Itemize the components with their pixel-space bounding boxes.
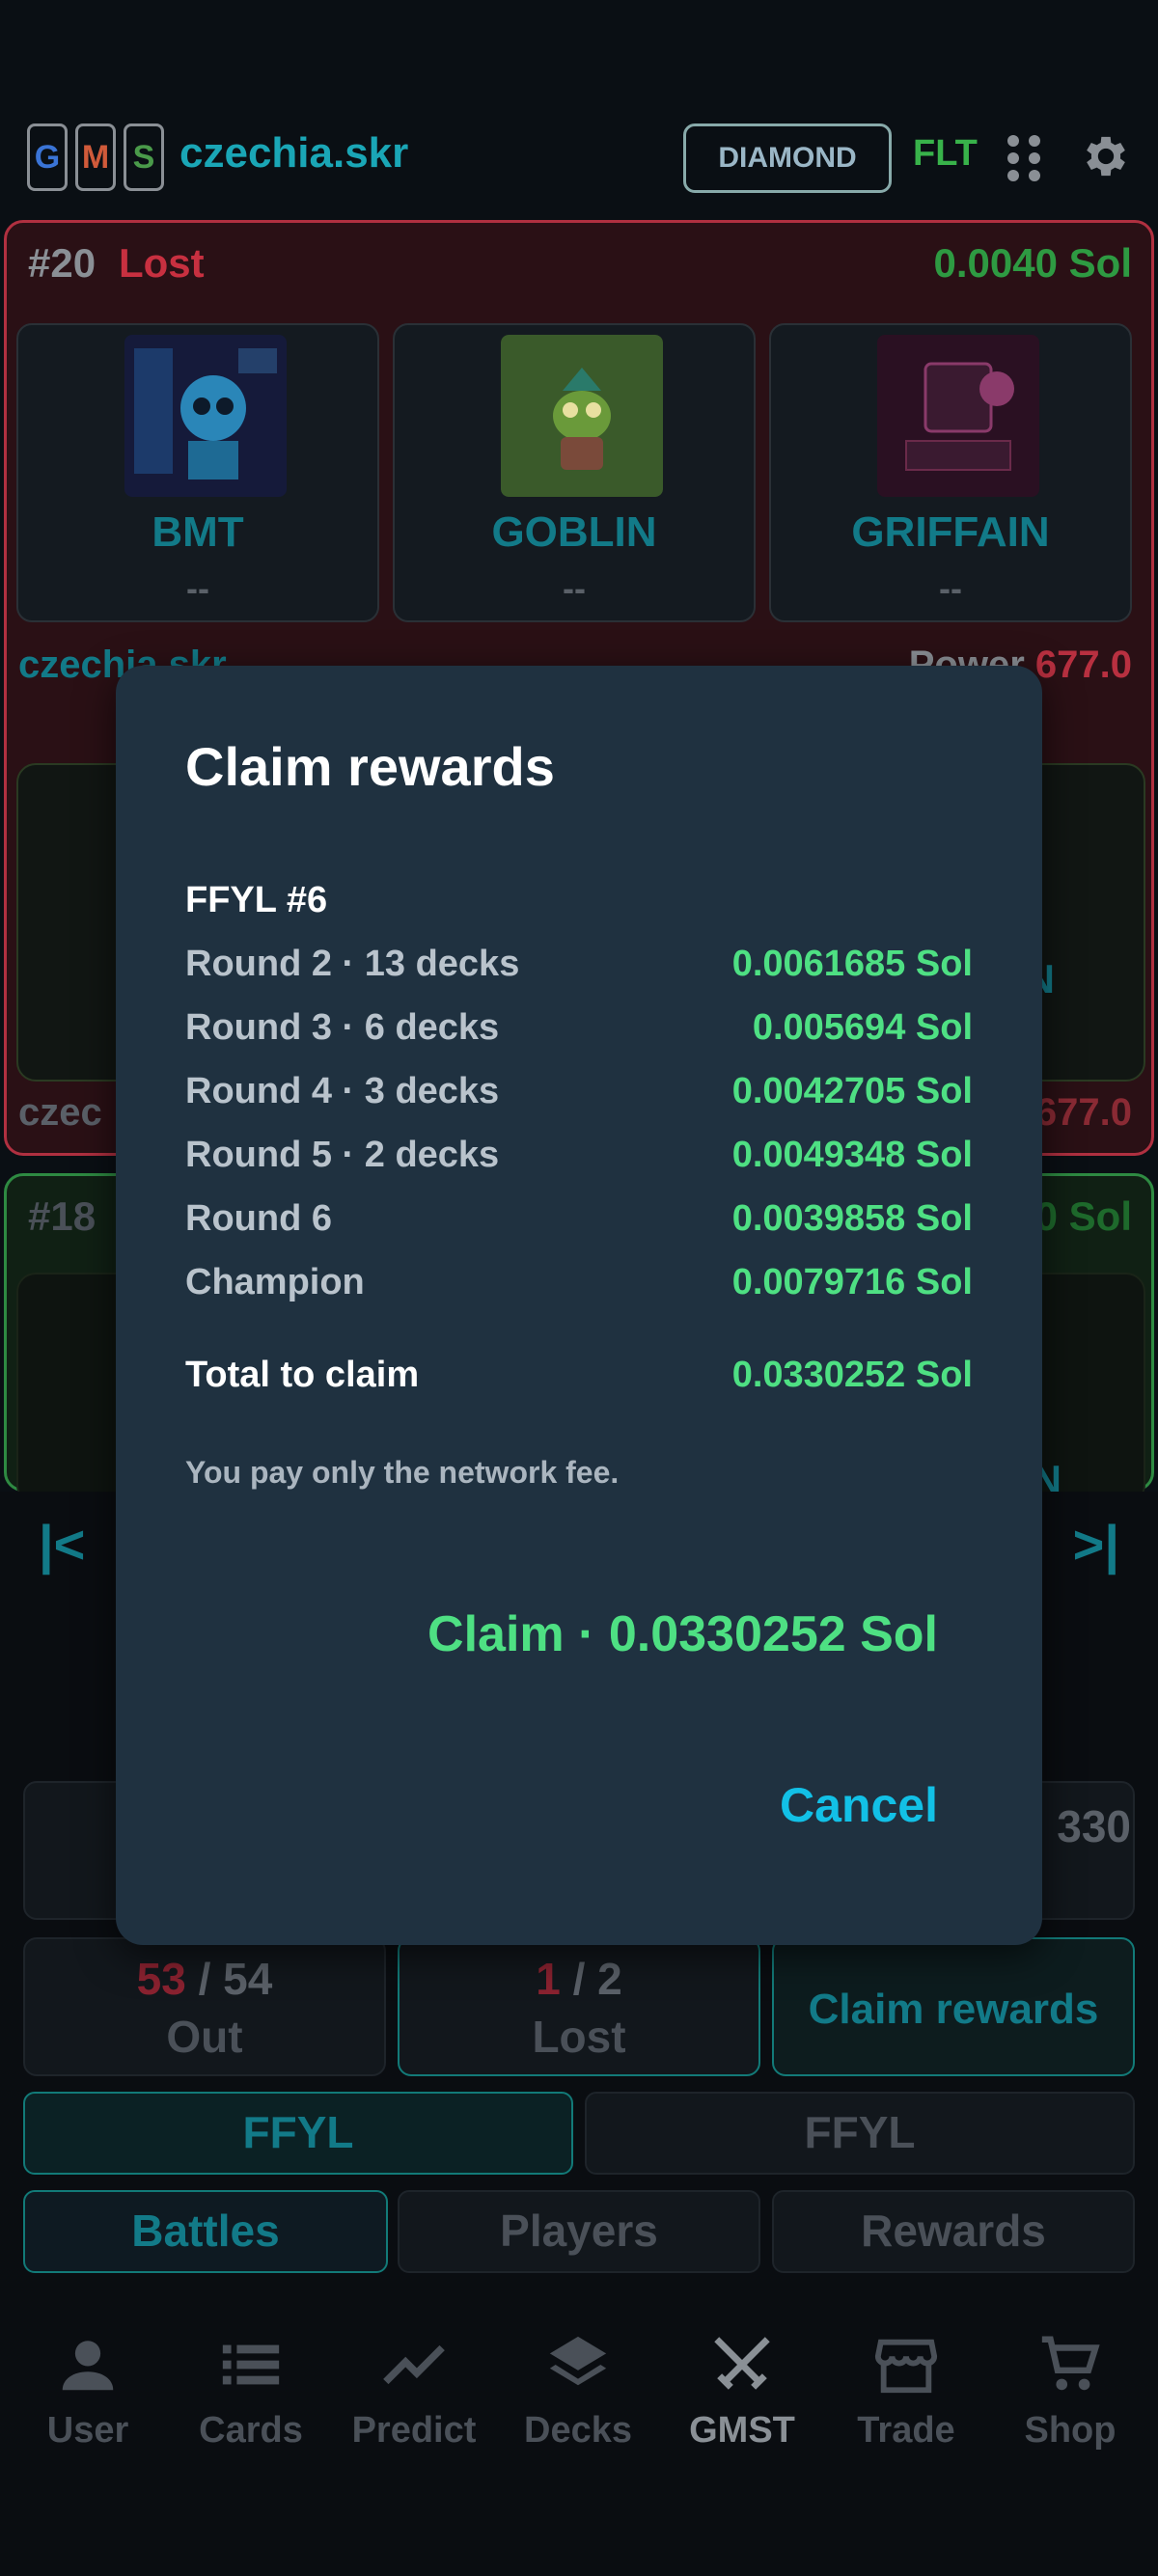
reward-value: 0.0039858 Sol: [731, 1198, 973, 1239]
reward-label: Round 6: [185, 1198, 332, 1239]
reward-value: 0.0061685 Sol: [731, 944, 973, 984]
reward-row: Champion 0.0079716 Sol: [185, 1262, 973, 1310]
app-root: G M S czechia.skr DIAMOND FLT #20 Lost 0…: [0, 0, 1158, 2576]
total-label: Total to claim: [185, 1355, 420, 1395]
reward-value: 0.005694 Sol: [752, 1007, 973, 1048]
reward-label: Round 2 · 13 decks: [185, 944, 520, 984]
fee-note: You pay only the network fee.: [185, 1455, 620, 1490]
claim-button[interactable]: Claim · 0.0330252 Sol: [427, 1605, 938, 1663]
reward-label: Round 5 · 2 decks: [185, 1135, 500, 1175]
reward-row: Round 6 0.0039858 Sol: [185, 1198, 973, 1247]
reward-value: 0.0049348 Sol: [731, 1135, 973, 1175]
cancel-button[interactable]: Cancel: [780, 1777, 938, 1833]
reward-value: 0.0079716 Sol: [731, 1262, 973, 1302]
total-value: 0.0330252 Sol: [731, 1355, 973, 1395]
reward-row: Round 4 · 3 decks 0.0042705 Sol: [185, 1071, 973, 1119]
reward-row: Round 2 · 13 decks 0.0061685 Sol: [185, 944, 973, 992]
dialog-title: Claim rewards: [185, 736, 555, 797]
reward-value: 0.0042705 Sol: [731, 1071, 973, 1111]
dialog-section-title: FFYL #6: [185, 880, 328, 920]
reward-label: Champion: [185, 1262, 365, 1302]
reward-label: Round 4 · 3 decks: [185, 1071, 500, 1111]
total-row: Total to claim 0.0330252 Sol: [185, 1355, 973, 1403]
claim-rewards-dialog: Claim rewards FFYL #6 Round 2 · 13 decks…: [116, 666, 1042, 1945]
reward-label: Round 3 · 6 decks: [185, 1007, 500, 1048]
reward-row: Round 3 · 6 decks 0.005694 Sol: [185, 1007, 973, 1055]
reward-row: Round 5 · 2 decks 0.0049348 Sol: [185, 1135, 973, 1183]
